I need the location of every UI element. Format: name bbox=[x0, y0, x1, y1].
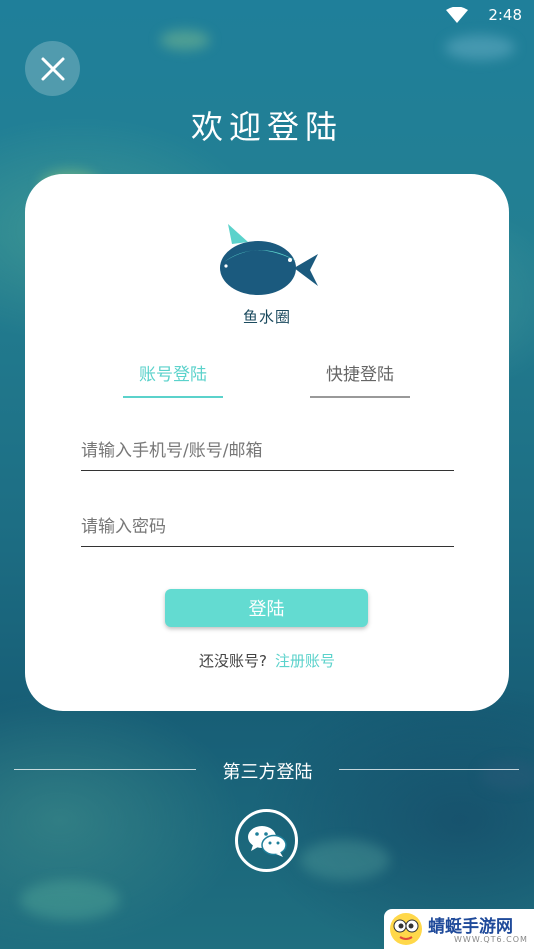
watermark: 蜻蜓手游网 WWW.QT6.COM bbox=[384, 909, 534, 949]
login-button[interactable]: 登陆 bbox=[165, 589, 368, 627]
background-bokeh bbox=[20, 880, 120, 920]
status-time: 2:48 bbox=[488, 6, 522, 24]
close-icon bbox=[41, 57, 64, 80]
divider-line bbox=[14, 769, 196, 770]
wifi-icon bbox=[446, 7, 468, 23]
close-button[interactable] bbox=[25, 41, 80, 96]
third-party-divider: 第三方登陆 bbox=[0, 758, 534, 783]
fish-logo-icon bbox=[220, 224, 318, 295]
third-party-label: 第三方登陆 bbox=[222, 762, 313, 783]
register-row: 还没账号? 注册账号 bbox=[25, 650, 509, 671]
status-bar: 2:48 bbox=[0, 0, 534, 30]
divider-line bbox=[339, 769, 519, 770]
page-title: 欢迎登陆 bbox=[190, 108, 343, 146]
background-bokeh bbox=[445, 35, 515, 60]
account-input[interactable] bbox=[81, 431, 454, 471]
background-bokeh bbox=[300, 840, 390, 880]
wechat-icon bbox=[247, 825, 287, 857]
watermark-text: 蜻蜓手游网 bbox=[428, 917, 513, 937]
dragonfly-logo-icon bbox=[390, 913, 422, 945]
register-prompt: 还没账号? bbox=[199, 652, 267, 670]
wechat-login-button[interactable] bbox=[235, 809, 298, 872]
app-name: 鱼水圈 bbox=[242, 308, 291, 326]
watermark-url: WWW.QT6.COM bbox=[454, 935, 528, 944]
login-card: 鱼水圈 账号登陆 快捷登陆 登陆 还没账号? 注册账号 bbox=[25, 174, 509, 711]
register-link[interactable]: 注册账号 bbox=[275, 652, 335, 670]
tab-quick-login[interactable]: 快捷登陆 bbox=[310, 360, 410, 398]
password-input[interactable] bbox=[81, 507, 454, 547]
background-bokeh bbox=[160, 30, 210, 50]
tab-account-login[interactable]: 账号登陆 bbox=[123, 360, 223, 398]
